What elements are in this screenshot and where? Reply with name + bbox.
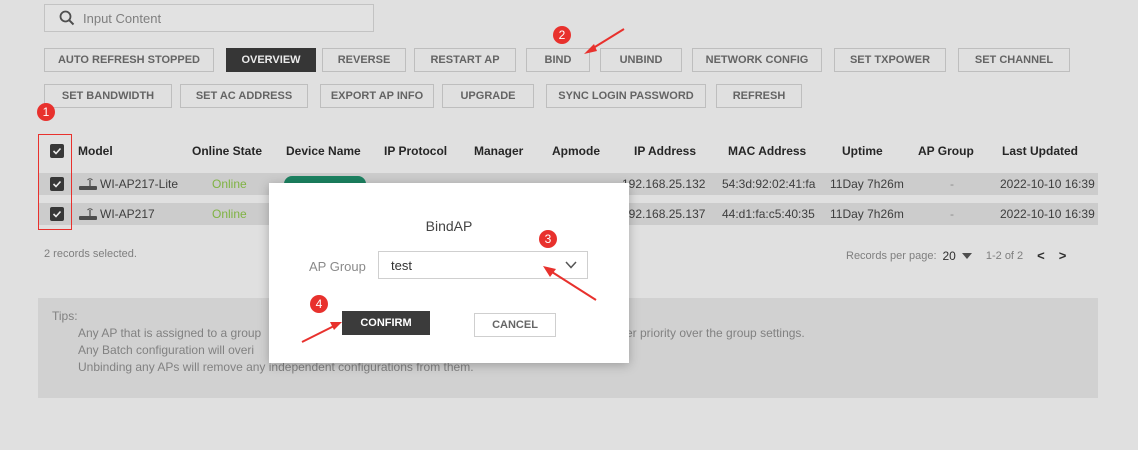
annotation-badge: 4 — [310, 295, 328, 313]
wireless-ap-icon — [79, 208, 97, 220]
wireless-ap-icon — [79, 178, 97, 190]
confirm-button[interactable]: CONFIRM — [342, 311, 430, 335]
ap-group-value: test — [391, 257, 412, 273]
last-updated-cell: 2022-10-10 16:39 — [1000, 207, 1095, 221]
col-device-name[interactable]: Device Name — [286, 144, 361, 158]
annotation-badge: 3 — [539, 230, 557, 248]
annotation-highlight-box — [38, 134, 72, 230]
ap-group-cell: - — [950, 207, 954, 221]
set-txpower-button[interactable]: SET TXPOWER — [834, 48, 946, 72]
reverse-button[interactable]: REVERSE — [322, 48, 406, 72]
last-updated-cell: 2022-10-10 16:39 — [1000, 177, 1095, 191]
search-icon — [59, 10, 75, 26]
col-mac-address[interactable]: MAC Address — [728, 144, 806, 158]
annotation-arrow — [584, 28, 625, 54]
prev-page-button[interactable]: < — [1037, 248, 1045, 263]
col-online-state[interactable]: Online State — [192, 144, 262, 158]
caret-down-icon[interactable] — [961, 252, 972, 259]
per-page-label: Records per page: — [846, 249, 937, 262]
col-apmode[interactable]: Apmode — [552, 144, 600, 158]
network-config-button[interactable]: NETWORK CONFIG — [692, 48, 822, 72]
col-last-updated[interactable]: Last Updated — [1002, 144, 1078, 158]
annotation-arrow — [301, 322, 342, 343]
mac-address-cell: 44:d1:fa:c5:40:35 — [722, 207, 815, 221]
table-header: Model Online State Device Name IP Protoc… — [38, 136, 1098, 166]
col-ip-protocol[interactable]: IP Protocol — [384, 144, 447, 158]
model-cell: WI-AP217-Lite — [100, 177, 179, 191]
ip-address-cell: 192.168.25.137 — [622, 207, 706, 221]
col-manager[interactable]: Manager — [474, 144, 523, 158]
set-bandwidth-button[interactable]: SET BANDWIDTH — [44, 84, 172, 108]
overview-button[interactable]: OVERVIEW — [226, 48, 316, 72]
col-uptime[interactable]: Uptime — [842, 144, 883, 158]
cancel-button[interactable]: CANCEL — [474, 313, 556, 337]
set-ac-address-button[interactable]: SET AC ADDRESS — [180, 84, 308, 108]
refresh-button[interactable]: REFRESH — [716, 84, 802, 108]
ip-address-cell: 192.168.25.132 — [622, 177, 706, 191]
per-page-select[interactable]: 20 — [943, 249, 956, 263]
dialog-title: BindAP — [425, 218, 473, 234]
ap-group-cell: - — [950, 177, 954, 191]
annotation-badge: 2 — [553, 26, 571, 44]
col-ip-address[interactable]: IP Address — [634, 144, 696, 158]
upgrade-button[interactable]: UPGRADE — [442, 84, 534, 108]
next-page-button[interactable]: > — [1059, 248, 1067, 263]
annotation-arrow — [543, 266, 597, 301]
online-state-cell: Online — [212, 207, 247, 221]
mac-address-cell: 54:3d:92:02:41:fa — [722, 177, 816, 191]
page-range: 1-2 of 2 — [985, 249, 1024, 262]
export-ap-info-button[interactable]: EXPORT AP INFO — [320, 84, 434, 108]
ap-group-label: AP Group — [309, 259, 366, 274]
auto-refresh-button[interactable]: AUTO REFRESH STOPPED — [44, 48, 214, 72]
search-input[interactable]: Input Content — [44, 4, 374, 32]
selection-count: 2 records selected. — [44, 248, 137, 260]
search-placeholder: Input Content — [83, 10, 162, 26]
uptime-cell: 11Day 7h26m — [830, 207, 904, 221]
set-channel-button[interactable]: SET CHANNEL — [958, 48, 1070, 72]
sync-login-password-button[interactable]: SYNC LOGIN PASSWORD — [546, 84, 706, 108]
online-state-cell: Online — [212, 177, 247, 191]
uptime-cell: 11Day 7h26m — [830, 177, 904, 191]
model-cell: WI-AP217 — [100, 207, 155, 221]
annotation-badge: 1 — [37, 103, 55, 121]
col-model[interactable]: Model — [78, 144, 113, 158]
pagination: Records per page: 20 1-2 of 2 < > — [846, 248, 1066, 263]
col-ap-group[interactable]: AP Group — [918, 144, 974, 158]
tips-line-tail: er priority over the group settings. — [626, 326, 805, 340]
restart-ap-button[interactable]: RESTART AP — [414, 48, 516, 72]
